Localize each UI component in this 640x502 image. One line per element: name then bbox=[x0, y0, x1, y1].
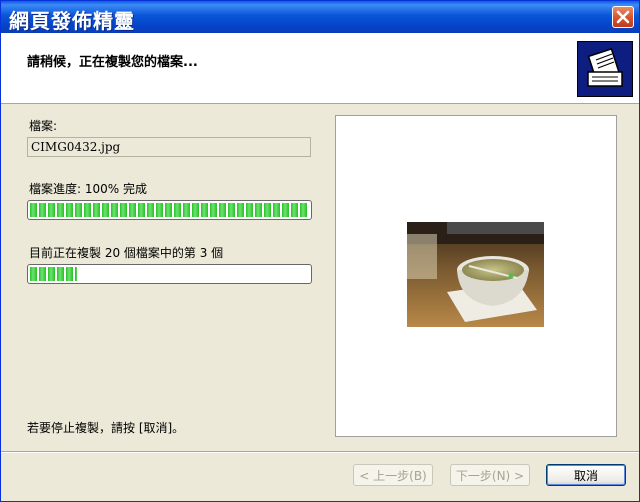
file-progress-bar bbox=[27, 200, 312, 220]
overall-progress-label: 目前正在複製 20 個檔案中的第 3 個 bbox=[29, 246, 224, 260]
overall-progress-fill bbox=[30, 267, 78, 281]
wizard-header: 請稍候，正在複製您的檔案... bbox=[1, 33, 639, 104]
title-bar[interactable]: 網頁發佈精靈 bbox=[1, 1, 639, 33]
back-button[interactable]: < 上一步(B) bbox=[353, 464, 433, 486]
file-progress-label: 檔案進度: 100% 完成 bbox=[29, 182, 147, 196]
file-progress-fill bbox=[30, 203, 309, 217]
file-label: 檔案: bbox=[29, 119, 58, 133]
next-button[interactable]: 下一步(N) > bbox=[450, 464, 530, 486]
close-button[interactable] bbox=[612, 6, 634, 28]
web-publish-icon bbox=[577, 41, 633, 97]
overall-progress-bar bbox=[27, 264, 312, 284]
photo-thumbnail bbox=[407, 222, 544, 327]
wizard-window: 網頁發佈精靈 請稍候，正在複製您的檔案... 檔案: CIMG0432.jpg … bbox=[0, 0, 640, 502]
cancel-button[interactable]: 取消 bbox=[546, 464, 626, 486]
window-title: 網頁發佈精靈 bbox=[9, 9, 135, 33]
close-icon bbox=[616, 10, 630, 24]
image-preview-pane bbox=[335, 115, 617, 437]
current-file-field: CIMG0432.jpg bbox=[27, 137, 311, 157]
status-heading: 請稍候，正在複製您的檔案... bbox=[27, 55, 198, 70]
stop-hint-text: 若要停止複製，請按 [取消]。 bbox=[27, 421, 185, 435]
footer-divider bbox=[1, 451, 639, 453]
